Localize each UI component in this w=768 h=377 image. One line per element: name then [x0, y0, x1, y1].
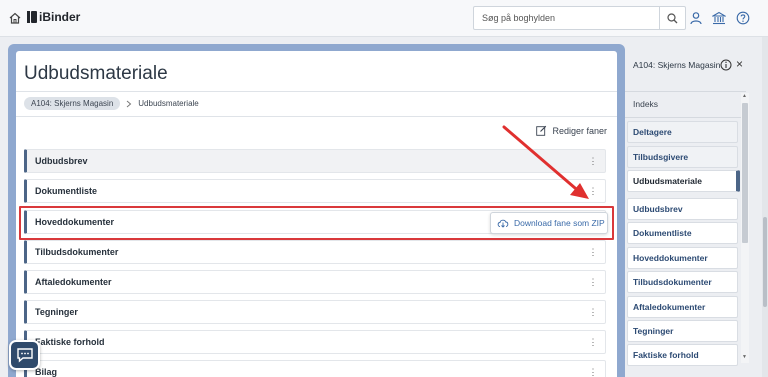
search-input[interactable]	[474, 7, 659, 29]
panel-item-label: Udbudsmateriale	[633, 176, 702, 186]
help-icon[interactable]	[736, 11, 750, 25]
index-label[interactable]: Indeks	[633, 99, 658, 109]
tab-label: Faktiske forhold	[35, 337, 105, 347]
user-icon[interactable]	[689, 11, 703, 25]
close-icon[interactable]: ×	[736, 57, 743, 71]
kebab-menu-icon[interactable]: ⋮	[585, 307, 601, 317]
tab-label: Udbudsbrev	[35, 156, 88, 166]
panel-subitem-udbudsbrev[interactable]: Udbudsbrev	[627, 198, 738, 220]
tab-row-faktiske-forhold[interactable]: Faktiske forhold ⋮	[24, 330, 606, 354]
panel-item-label: Dokumentliste	[633, 228, 692, 238]
library-icon[interactable]	[712, 11, 726, 25]
scroll-down-icon[interactable]: ▼	[742, 354, 747, 360]
panel-item-label: Tegninger	[633, 326, 674, 336]
right-panel-title: A104: Skjerns Magasin	[633, 60, 721, 70]
download-zip-label: Download fane som ZIP	[514, 218, 605, 228]
tab-row-tilbudsdokumenter[interactable]: Tilbudsdokumenter ⋮	[24, 240, 606, 264]
search-button[interactable]	[659, 7, 685, 29]
cloud-download-icon	[497, 219, 509, 228]
title-divider	[16, 91, 617, 92]
kebab-menu-icon[interactable]: ⋮	[585, 247, 601, 257]
ibinder-logo-icon	[27, 11, 37, 23]
tab-row-dokumentliste[interactable]: Dokumentliste ⋮	[24, 179, 606, 203]
panel-subitem-faktiske-forhold[interactable]: Faktiske forhold	[627, 344, 738, 366]
panel-subitem-tilbudsdokumenter[interactable]: Tilbudsdokumenter	[627, 271, 738, 293]
home-icon[interactable]	[8, 11, 22, 25]
panel-item-label: Deltagere	[633, 127, 672, 137]
chevron-right-icon	[126, 100, 132, 107]
panel-item-deltagere[interactable]: Deltagere	[627, 121, 738, 143]
page-title: Udbudsmateriale	[24, 63, 168, 84]
tab-label: Tegninger	[35, 307, 78, 317]
chat-icon	[16, 348, 33, 363]
search-box	[473, 6, 686, 30]
tab-row-udbudsbrev[interactable]: Udbudsbrev ⋮	[24, 149, 606, 173]
edit-tabs-button[interactable]: Rediger faner	[536, 125, 607, 136]
kebab-menu-icon[interactable]: ⋮	[585, 367, 601, 377]
info-icon[interactable]	[720, 59, 732, 71]
search-icon	[667, 12, 678, 23]
panel-subitem-aftaledokumenter[interactable]: Aftaledokumenter	[627, 296, 738, 318]
panel-item-udbudsmateriale[interactable]: Udbudsmateriale	[627, 170, 740, 192]
tab-label: Dokumentliste	[35, 186, 98, 196]
edit-icon	[536, 125, 547, 136]
page-scrollbar[interactable]	[762, 37, 768, 377]
ibinder-logo[interactable]: iBinder	[27, 10, 80, 24]
breadcrumb-divider	[16, 116, 617, 117]
page-scroll-thumb[interactable]	[763, 217, 767, 307]
panel-item-label: Tilbudsdokumenter	[633, 277, 712, 287]
tab-row-tegninger[interactable]: Tegninger ⋮	[24, 300, 606, 324]
scroll-up-icon[interactable]: ▲	[742, 93, 747, 99]
tab-row-aftaledokumenter[interactable]: Aftaledokumenter ⋮	[24, 270, 606, 294]
panel-item-tilbudsgivere[interactable]: Tilbudsgivere	[627, 146, 738, 168]
panel-item-label: Udbudsbrev	[633, 204, 683, 214]
panel-subitem-dokumentliste[interactable]: Dokumentliste	[627, 222, 738, 244]
top-bar: iBinder	[0, 0, 768, 37]
panel-item-label: Hoveddokumenter	[633, 253, 708, 263]
index-divider-bottom	[625, 117, 746, 118]
logo-text: iBinder	[39, 10, 81, 24]
panel-subitem-tegninger[interactable]: Tegninger	[627, 320, 738, 342]
panel-item-label: Aftaledokumenter	[633, 302, 706, 312]
tab-label: Tilbudsdokumenter	[35, 247, 119, 257]
kebab-menu-icon[interactable]: ⋮	[585, 186, 601, 196]
tab-label: Aftaledokumenter	[35, 277, 112, 287]
breadcrumb: A104: Skjerns Magasin Udbudsmateriale	[24, 97, 199, 110]
kebab-menu-icon[interactable]: ⋮	[585, 277, 601, 287]
index-divider-top	[625, 91, 746, 92]
breadcrumb-parent[interactable]: A104: Skjerns Magasin	[24, 97, 121, 110]
breadcrumb-current: Udbudsmateriale	[138, 99, 199, 108]
panel-scroll-thumb[interactable]	[742, 103, 748, 243]
panel-item-label: Tilbudsgivere	[633, 152, 689, 162]
edit-tabs-label: Rediger faner	[552, 125, 607, 136]
panel-scrollbar[interactable]: ▲ ▼	[741, 93, 749, 363]
tab-label: Bilag	[35, 367, 58, 377]
chat-button[interactable]	[9, 340, 40, 370]
kebab-menu-icon[interactable]: ⋮	[585, 156, 601, 166]
download-zip-menu-item[interactable]: Download fane som ZIP	[490, 212, 608, 234]
tab-row-bilag[interactable]: Bilag ⋮	[24, 360, 606, 377]
kebab-menu-icon[interactable]: ⋮	[585, 337, 601, 347]
panel-subitem-hoveddokumenter[interactable]: Hoveddokumenter	[627, 247, 738, 269]
panel-item-label: Faktiske forhold	[633, 350, 699, 360]
